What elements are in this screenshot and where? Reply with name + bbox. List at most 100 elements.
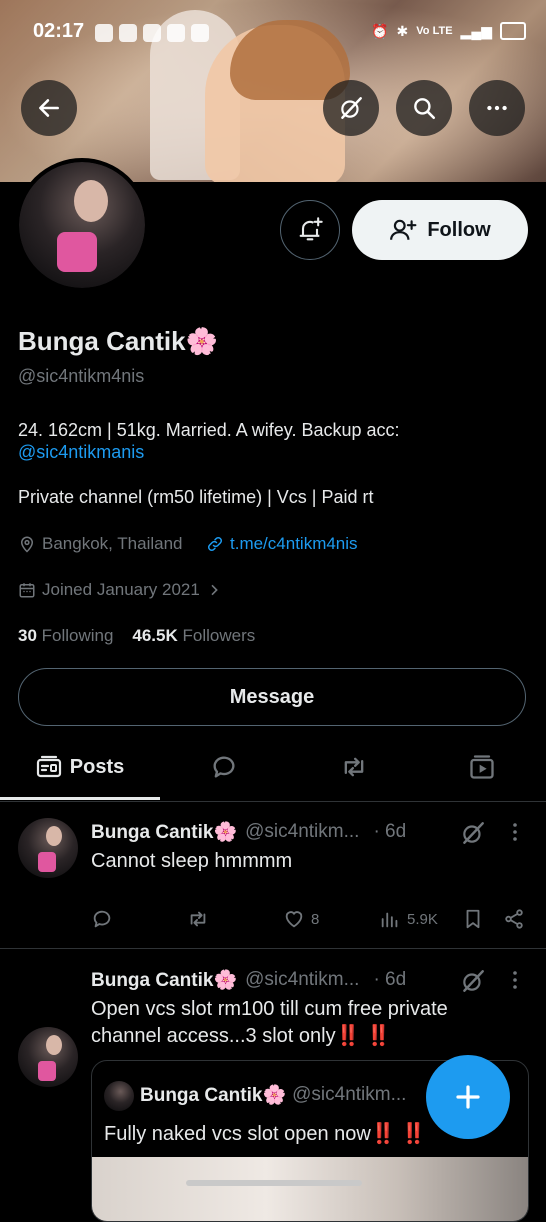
tab-posts[interactable]: Posts — [0, 735, 160, 799]
tweet-author-handle: @sic4ntikm... — [245, 969, 360, 990]
notification-icon — [119, 24, 137, 42]
person-add-icon — [390, 219, 417, 240]
share-button[interactable] — [503, 908, 525, 930]
follow-counts: 30 Following 46.5K Followers — [18, 626, 255, 646]
tweet-author-name-text: Bunga Cantik — [91, 970, 214, 991]
quote-author-name: Bunga Cantik🌸 — [140, 1083, 286, 1107]
profile-url[interactable]: t.me/c4ntikm4nis — [206, 534, 358, 554]
flower-emoji: 🌸 — [185, 326, 218, 356]
plus-icon — [456, 1085, 480, 1109]
tweet-text: Cannot sleep hmmmm — [91, 850, 293, 872]
tweet-avatar[interactable] — [18, 818, 78, 878]
home-indicator[interactable] — [186, 1180, 362, 1186]
views-count: 5.9K — [407, 910, 438, 928]
share-icon — [505, 909, 523, 929]
battery-icon — [500, 22, 526, 40]
repost-button[interactable] — [186, 908, 210, 930]
quote-author-handle: @sic4ntikm... — [292, 1084, 407, 1105]
tab-media[interactable] — [442, 735, 522, 799]
flower-emoji: 🌸 — [213, 822, 238, 843]
video-media-icon — [470, 755, 494, 779]
notification-icon — [95, 24, 113, 42]
quote-avatar — [104, 1081, 134, 1111]
following-label: Following — [41, 626, 114, 645]
compose-post-button[interactable] — [426, 1055, 510, 1139]
more-button[interactable] — [469, 80, 525, 136]
profile-joined[interactable]: Joined January 2021 — [18, 580, 222, 600]
more-vertical-icon — [513, 823, 517, 841]
tweet-more-button[interactable] — [506, 820, 524, 844]
followers-link[interactable]: 46.5K Followers — [132, 626, 255, 645]
grok-button[interactable] — [323, 80, 379, 136]
like-count: 8 — [311, 910, 320, 928]
quote-text: Fully naked vcs slot open now‼️ ‼️ — [104, 1121, 426, 1148]
double-exclamation-emoji: ‼️ ‼️ — [335, 1025, 391, 1047]
profile-avatar[interactable] — [15, 158, 149, 292]
bell-plus-icon — [299, 217, 323, 241]
profile-location: Bangkok, Thailand — [18, 534, 183, 554]
followers-count: 46.5K — [132, 626, 178, 645]
follow-label: Follow — [427, 218, 491, 241]
tweet-author-name[interactable]: Bunga Cantik🌸 — [91, 820, 237, 844]
network-label: Vo LTE — [416, 25, 453, 37]
status-right: ⏰ ✱ Vo LTE ▂▄▆ — [371, 22, 526, 40]
bookmark-button[interactable] — [462, 908, 484, 930]
quote-header: Bunga Cantik🌸 @sic4ntikm... — [140, 1083, 406, 1107]
tweet-text-line: channel access...3 slot only‼️ ‼️ — [91, 1023, 391, 1050]
reply-bubble-icon — [213, 756, 235, 778]
follow-button[interactable]: Follow — [352, 200, 528, 260]
more-vertical-icon — [513, 971, 517, 989]
tweet-grok-button[interactable] — [460, 968, 486, 994]
link-icon — [207, 536, 223, 552]
tab-replies[interactable] — [184, 735, 264, 799]
quote-text-main: Fully naked vcs slot open now — [104, 1123, 371, 1145]
bio-line: Private channel (rm50 lifetime) | Vcs | … — [18, 487, 374, 507]
bookmark-icon — [466, 909, 480, 929]
profile-name: Bunga Cantik🌸 — [18, 326, 218, 357]
reply-button[interactable] — [91, 908, 113, 930]
views-button[interactable]: 5.9K — [379, 908, 438, 930]
following-count: 30 — [18, 626, 37, 645]
views-chart-icon — [381, 912, 398, 928]
tab-reposts[interactable] — [314, 735, 394, 799]
url-text[interactable]: t.me/c4ntikm4nis — [230, 534, 358, 554]
quote-media-image[interactable] — [92, 1157, 528, 1221]
calendar-icon — [19, 583, 35, 598]
tweet-author-name-text: Bunga Cantik — [91, 822, 214, 843]
double-exclamation-emoji: ‼️ ‼️ — [370, 1123, 427, 1145]
back-button[interactable] — [21, 80, 77, 136]
status-time: 02:17 — [33, 20, 85, 42]
search-button[interactable] — [396, 80, 452, 136]
tweet-author-handle: @sic4ntikm... — [245, 821, 360, 842]
repost-icon — [190, 911, 206, 927]
location-pin-icon — [20, 536, 34, 553]
quote-author-name-text: Bunga Cantik — [140, 1085, 263, 1106]
following-link[interactable]: 30 Following — [18, 626, 113, 645]
arrow-left-icon — [39, 99, 59, 117]
status-notification-icons — [95, 24, 209, 42]
tweet-time: · 6d — [373, 821, 407, 842]
bluetooth-icon: ✱ — [396, 22, 409, 39]
tweet-grok-button[interactable] — [460, 820, 486, 846]
message-button[interactable]: Message — [18, 668, 526, 726]
followers-label: Followers — [182, 626, 256, 645]
posts-icon — [36, 755, 61, 778]
notification-icon — [143, 24, 161, 42]
reply-bubble-icon — [93, 910, 111, 928]
tweet-divider — [0, 948, 546, 949]
tweet-author-name[interactable]: Bunga Cantik🌸 — [91, 968, 237, 992]
alarm-icon: ⏰ — [371, 22, 389, 39]
tweet-time: · 6d — [373, 969, 407, 990]
bio-mention-link[interactable]: @sic4ntikmanis — [18, 442, 144, 463]
tweet-avatar[interactable] — [18, 1027, 78, 1087]
notify-bell-button[interactable] — [280, 200, 340, 260]
notification-icon — [191, 24, 209, 42]
tweet-more-button[interactable] — [506, 968, 524, 992]
tweet-text-line: Open vcs slot rm100 till cum free privat… — [91, 998, 448, 1020]
tweet-header: Bunga Cantik🌸 @sic4ntikm... · 6d — [91, 968, 406, 992]
notification-icon — [167, 24, 185, 42]
like-button[interactable]: 8 — [283, 908, 319, 930]
repost-icon — [344, 757, 364, 777]
profile-name-text: Bunga Cantik — [18, 326, 186, 356]
tweet-text-line2: channel access...3 slot only — [91, 1025, 336, 1047]
